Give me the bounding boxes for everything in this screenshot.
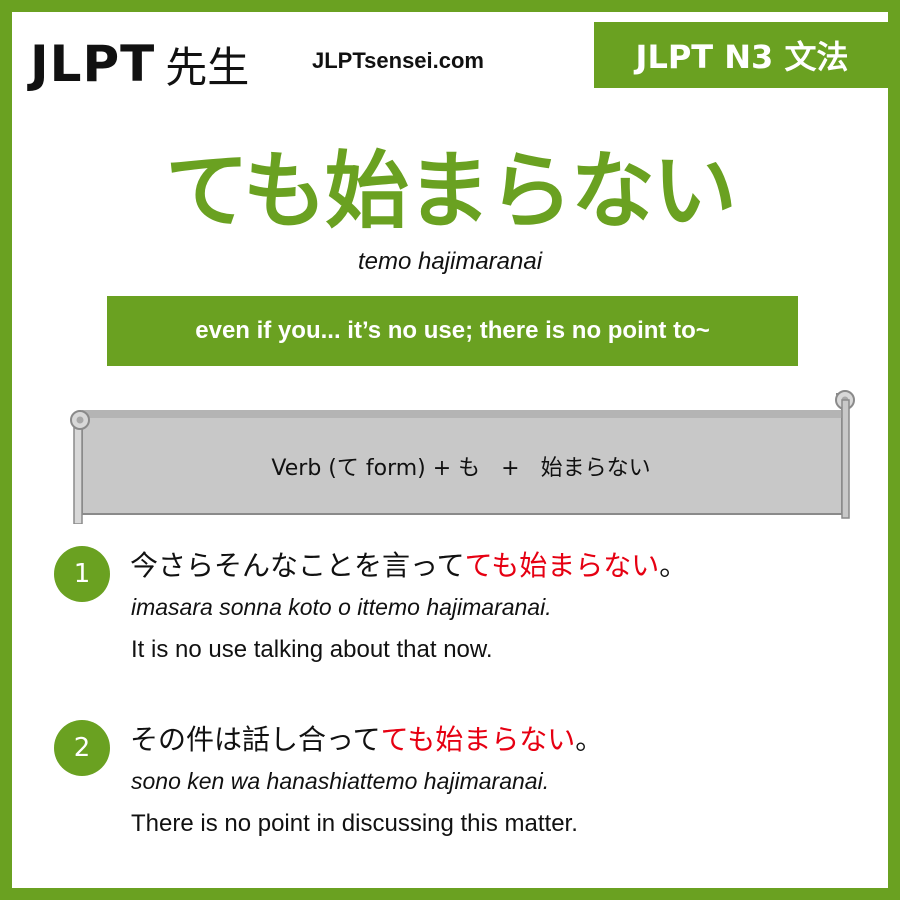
site-url: JLPTsensei.com [312,48,484,73]
grammar-title: ても始まらない [165,142,737,240]
example-japanese-highlight: ても始まらない [464,549,660,582]
meaning-text: even if you... it’s no use; there is no … [195,317,710,344]
scroll-left-curl-inner [76,416,84,424]
formula-text: Verb (て form) + も + 始まらない [271,456,651,481]
jlpt-sensei-logo: JLPT 先生 [30,32,249,96]
scroll-graphic [70,390,855,524]
example-japanese-prefix: その件は話し合って [130,723,381,756]
example-number-badge: 1 [54,546,110,602]
meaning-banner: even if you... it’s no use; there is no … [107,296,798,366]
example-japanese-prefix: 今さらそんなことを言って [130,549,465,582]
example-english: There is no point in discussing this mat… [131,810,578,837]
example-japanese-suffix: 。 [575,723,604,756]
example-romaji: sono ken wa hanashiattemo hajimaranai. [131,768,550,794]
logo-latin-text: JLPT [30,35,156,93]
scroll-top-shade [82,410,842,418]
grammar-romaji: temo hajimaranai [357,248,543,275]
example-romaji: imasara sonna koto o ittemo hajimaranai. [131,594,552,620]
example-japanese-suffix: 。 [659,549,688,582]
grammar-card: JLPT 先生 JLPTsensei.com JLPT N3 文法 ても始まらな… [0,0,900,900]
example-japanese-highlight: ても始まらない [380,723,576,756]
example-japanese: その件は話し合ってても始まらない。 [130,718,603,758]
example-number-badge: 2 [54,720,110,776]
formula-scroll: Verb (て form) + も + 始まらない [66,374,856,524]
level-badge: JLPT N3 文法 [594,22,890,88]
example-japanese: 今さらそんなことを言ってても始まらない。 [130,544,687,584]
example-english: It is no use talking about that now. [131,636,493,663]
logo-kanji-text: 先生 [165,42,250,92]
